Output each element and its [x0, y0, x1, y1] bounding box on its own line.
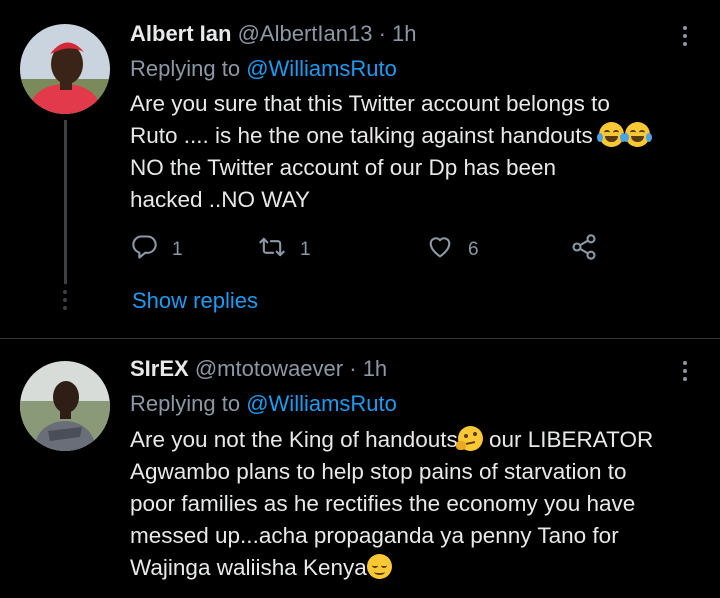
like-count: 6 — [468, 239, 479, 260]
retweet-icon — [258, 233, 286, 267]
tears-of-joy-emoji-icon — [597, 122, 627, 147]
reply-count: 1 — [172, 239, 183, 260]
avatar[interactable] — [20, 24, 110, 114]
mention-link[interactable]: @WilliamsRuto — [246, 56, 397, 81]
author-name[interactable]: SIrEX — [130, 356, 189, 381]
share-icon — [570, 233, 598, 267]
replying-prefix: Replying to — [130, 391, 241, 416]
tweet[interactable]: SIrEX @mtotowaever · 1h Replying to @Wil… — [0, 339, 720, 598]
text-segment: Are you not the King of handouts — [130, 427, 458, 452]
text-segment: our LIBERATOR — [482, 427, 654, 452]
relieved-face-emoji-icon — [366, 554, 392, 579]
separator: · — [378, 21, 386, 46]
text-line: NO the Twitter account of our Dp has bee… — [130, 155, 557, 180]
author-handle[interactable]: @mtotowaever — [195, 356, 343, 381]
timestamp[interactable]: 1h — [392, 21, 416, 46]
like-button[interactable]: 6 — [426, 233, 479, 267]
thinking-face-emoji-icon — [455, 426, 483, 451]
text-line: Agwambo plans to help stop pains of star… — [130, 459, 627, 484]
thread-dots — [62, 290, 69, 314]
text-line: messed up...acha propaganda ya penny Tan… — [130, 523, 619, 548]
text-segment: Ruto .... is he the one talking against … — [130, 123, 600, 148]
separator: · — [349, 356, 357, 381]
text-line-with-emoji: Are you not the King of handouts our LIB… — [130, 424, 700, 456]
show-replies-link[interactable]: Show replies — [132, 288, 258, 314]
reply-button[interactable]: 1 — [130, 233, 183, 267]
timestamp[interactable]: 1h — [363, 356, 387, 381]
reply-icon — [130, 233, 158, 267]
share-button[interactable] — [570, 233, 598, 267]
tweet-actions: 1 1 6 — [130, 233, 630, 263]
tweet-header: Albert Ian @AlbertIan13 · 1h — [130, 21, 417, 47]
retweet-count: 1 — [300, 239, 311, 260]
tears-of-joy-emoji-icon — [623, 122, 653, 147]
avatar[interactable] — [20, 361, 110, 451]
text-line-with-emoji: Ruto .... is he the one talking against … — [130, 120, 700, 152]
text-segment: Wajinga waliisha Kenya — [130, 555, 367, 580]
text-line: hacked ..NO WAY — [130, 187, 311, 212]
heart-icon — [426, 233, 454, 267]
replying-to: Replying to @WilliamsRuto — [130, 391, 397, 417]
replying-prefix: Replying to — [130, 56, 241, 81]
more-options-icon[interactable] — [678, 361, 692, 385]
tweet-text: Are you not the King of handouts our LIB… — [130, 424, 700, 584]
replying-to: Replying to @WilliamsRuto — [130, 56, 397, 82]
text-line: Are you sure that this Twitter account b… — [130, 91, 610, 116]
more-options-icon[interactable] — [678, 26, 692, 50]
mention-link[interactable]: @WilliamsRuto — [246, 391, 397, 416]
author-name[interactable]: Albert Ian — [130, 21, 231, 46]
retweet-button[interactable]: 1 — [258, 233, 311, 267]
tweet-text: Are you sure that this Twitter account b… — [130, 88, 700, 216]
thread-line — [64, 120, 67, 284]
text-line-with-emoji: Wajinga waliisha Kenya — [130, 552, 700, 584]
tweet-header: SIrEX @mtotowaever · 1h — [130, 356, 387, 382]
tweet[interactable]: Albert Ian @AlbertIan13 · 1h Replying to… — [0, 0, 720, 338]
author-handle[interactable]: @AlbertIan13 — [238, 21, 373, 46]
text-line: poor families as he rectifies the econom… — [130, 491, 636, 516]
